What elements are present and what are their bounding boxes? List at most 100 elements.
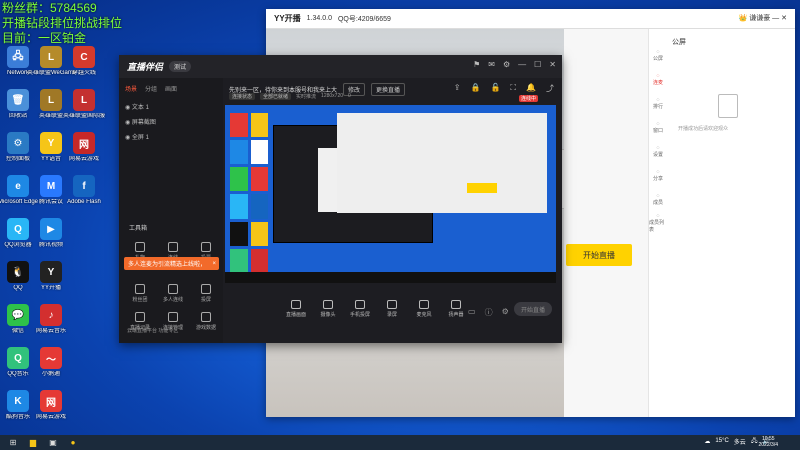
tool-icon — [201, 242, 211, 252]
desktop-icon[interactable]: L 英雄联盟国际服 — [60, 89, 108, 120]
sidebar-label: 公屏 — [652, 55, 663, 62]
zb-footer[interactable]: 云端直播平台 功能专区 — [127, 327, 178, 334]
yy-sidebar-item[interactable]: ◌ 窗口 — [649, 115, 667, 139]
tool-item[interactable]: 投屏 — [191, 284, 221, 303]
tool-icon — [168, 284, 178, 294]
weather-temp[interactable]: 15°C — [715, 438, 728, 444]
tool-label: 游戏数据 — [195, 325, 216, 331]
zb-bottom-bar: 直播画面 摄像头 手机投屏 录屏 麦克风 扬声器 — [223, 295, 562, 323]
eye-icon[interactable]: ◉ — [125, 120, 132, 126]
yy-titlebar[interactable]: YY开播 1.34.0.0 QQ号:4209/6659 — [266, 9, 795, 29]
button-icon — [387, 300, 397, 309]
scene-item[interactable]: ◉ 文本 1 — [119, 99, 223, 114]
app-icon: 🖧 — [7, 46, 29, 68]
settings-icon[interactable]: ⚙ — [503, 60, 510, 69]
unlock-icon[interactable]: 🔓 — [490, 83, 500, 94]
maximize-icon[interactable]: ☐ — [534, 60, 541, 69]
bottom-button[interactable]: 录屏 — [381, 300, 403, 318]
button-icon — [291, 300, 301, 309]
bottom-button[interactable]: 摄像头 — [317, 300, 339, 318]
scene-label: 屏幕截图 — [131, 120, 156, 126]
yy-sidebar-item[interactable]: ◌ 分享 — [649, 163, 667, 187]
task-view-icon[interactable]: ▣ — [46, 435, 60, 450]
upload-icon[interactable]: ⇪ — [454, 83, 461, 94]
app-icon: 网 — [73, 132, 95, 154]
desktop-icon[interactable]: ▶ 腾讯视频 — [27, 218, 75, 249]
notification-icon[interactable]: ⚑ — [473, 60, 480, 69]
tool-label: 多人连线 — [162, 297, 183, 303]
bottom-button[interactable]: 麦克风 — [413, 300, 435, 318]
yy-sidebar-item[interactable]: ◌ 连麦 — [649, 67, 667, 91]
start-live-button[interactable]: 开始直播 — [514, 302, 552, 316]
bottom-button[interactable]: 手机投屏 — [349, 300, 371, 318]
camera-icon[interactable]: ▭ — [468, 307, 476, 318]
yy-sidebar-item[interactable]: ◌ 公屏 — [649, 43, 667, 67]
promo-banner[interactable]: 多人连麦为引流精选上线啦， × — [124, 257, 219, 270]
zb-tab[interactable]: 画面 — [165, 84, 177, 93]
desktop-icon[interactable]: 〜小鹅通 — [27, 347, 75, 378]
lock-icon[interactable]: 🔒 — [470, 83, 480, 94]
close-icon[interactable]: × — [212, 261, 216, 267]
zb-top-icons: ⇪ 🔒 🔓 ⛶ 🔔 ⤴ — [454, 83, 554, 94]
icon-label: 穿越火线 — [71, 70, 96, 76]
tool-item[interactable]: 多人连线 — [158, 284, 188, 303]
tool-icon — [135, 242, 145, 252]
close-icon[interactable]: ✕ — [781, 15, 787, 22]
desktop-icon[interactable]: 网网易云游戏 — [60, 132, 108, 163]
sidebar-label: 连麦 — [652, 79, 663, 86]
network-icon[interactable]: 🖧 — [751, 436, 758, 446]
eye-icon[interactable]: ◉ — [125, 135, 132, 141]
tools-title: 工具箱 — [129, 226, 148, 232]
clock[interactable]: 10:55 2022/3/4 — [759, 436, 778, 448]
app-icon: L — [40, 46, 62, 68]
current-rank-overlay: 目前：一区铂金 — [2, 31, 87, 45]
fullscreen-icon[interactable]: ⛶ — [510, 83, 516, 94]
app-icon: K — [7, 390, 29, 412]
share-icon[interactable]: ⤴ — [546, 83, 554, 94]
icon-label: YY开播 — [40, 285, 61, 291]
button-label: 麦克风 — [416, 312, 432, 318]
stream-preview[interactable] — [225, 105, 556, 283]
app-icon: Y — [40, 261, 62, 283]
switch-live-button[interactable]: 更换直播 — [371, 82, 406, 96]
desktop-icon[interactable]: f Adobe Flash — [60, 175, 108, 206]
app-icon: 💬 — [7, 304, 29, 326]
yy-taskbar-icon[interactable]: ● — [66, 435, 80, 450]
desktop-icon[interactable]: Y YY开播 — [27, 261, 75, 292]
tool-item[interactable]: 粉丝团 — [125, 284, 155, 303]
settings-icon[interactable]: ⚙ — [502, 307, 509, 318]
info-icon[interactable]: ⓘ — [485, 307, 493, 318]
yy-version: 1.34.0.0 — [306, 15, 332, 22]
yy-user[interactable]: 👑 谦谦豪 — ✕ — [739, 13, 787, 23]
close-icon[interactable]: ✕ — [549, 60, 556, 69]
bottom-icons: ▭ ⓘ ⚙ — [468, 307, 509, 318]
start-icon[interactable]: ⊞ — [6, 435, 20, 450]
scene-item[interactable]: ◉ 全屏 1 — [119, 129, 223, 144]
eye-icon[interactable]: ◉ — [125, 105, 132, 111]
desktop-icon[interactable]: ♪ 网易云音乐 — [27, 304, 75, 335]
yy-sidebar-item[interactable]: ◌ 排行 — [649, 91, 667, 115]
yy-sidebar-item[interactable]: ◌ 设置 — [649, 139, 667, 163]
yy-sidebar-item[interactable]: ◌ 成员列表 — [649, 211, 667, 235]
desktop-icon[interactable]: 网网易云游戏 — [27, 390, 75, 421]
stat-item: 全部已就绪 — [260, 92, 292, 100]
tool-item[interactable]: 游戏数据 — [191, 312, 221, 331]
scene-item[interactable]: ◉ 屏幕截图 — [119, 114, 223, 129]
app-icon: ⚙ — [7, 132, 29, 154]
start-live-button[interactable]: 开始直播 — [566, 244, 632, 266]
zb-tab[interactable]: 分组 — [145, 84, 157, 93]
scene-label: 文本 1 — [131, 105, 149, 111]
desktop-icon[interactable]: C 穿越火线 — [60, 46, 108, 77]
bottom-button[interactable]: 扬声器 — [445, 300, 467, 318]
minimize-icon[interactable]: — — [518, 60, 526, 69]
file-explorer-icon[interactable]: ▆ — [26, 435, 40, 450]
mail-icon[interactable]: ✉ — [488, 60, 495, 69]
desktop: 粉丝群：5784569 开播钻段排位挑战排位 目前：一区铂金 5686 🖧Net… — [0, 0, 800, 435]
zb-tab[interactable]: 场景 — [125, 84, 137, 93]
app-icon: 🐧 — [7, 261, 29, 283]
bell-icon[interactable]: 🔔 — [526, 83, 536, 94]
bottom-button[interactable]: 直播画面 — [285, 300, 307, 318]
yy-sidebar-item[interactable]: ◌ 成员 — [649, 187, 667, 211]
minimize-icon[interactable]: — — [772, 15, 779, 22]
weather-icon[interactable]: ☁ — [704, 438, 710, 445]
